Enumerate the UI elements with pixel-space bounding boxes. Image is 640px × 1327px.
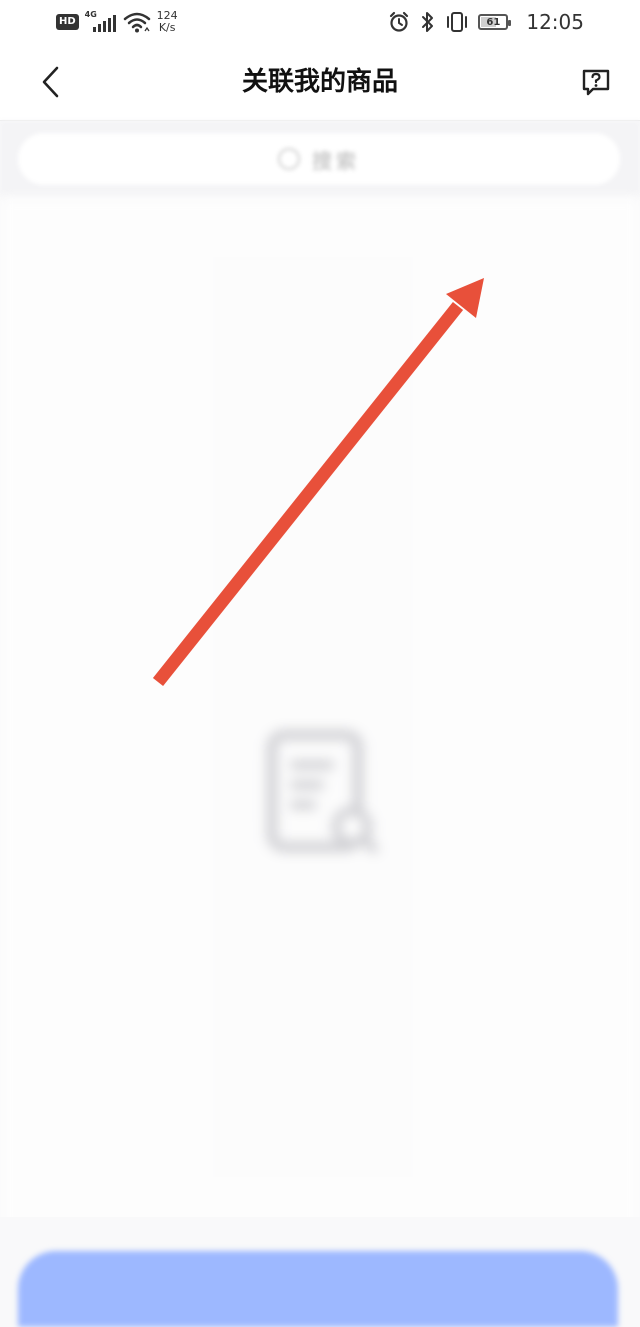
confirm-button[interactable]	[18, 1251, 618, 1327]
alarm-icon	[390, 11, 409, 32]
battery-icon: 61	[478, 14, 512, 30]
wifi-icon	[123, 12, 150, 33]
bottom-bar	[0, 1217, 640, 1327]
search-bar: 搜索	[0, 121, 640, 197]
speed-unit: K/s	[158, 21, 176, 34]
empty-state	[230, 727, 410, 917]
status-right: 61 12:05	[388, 6, 584, 38]
empty-document-icon	[267, 730, 379, 854]
battery-level: 61	[486, 16, 501, 28]
search-placeholder: 搜索	[312, 148, 360, 173]
search-input[interactable]: 搜索	[18, 133, 620, 185]
list-placeholder	[220, 257, 410, 1177]
vibrate-icon	[447, 12, 468, 32]
network-speed: 124 K/s	[157, 10, 178, 34]
product-list	[0, 197, 640, 1237]
nav-bar: 关联我的商品	[0, 44, 640, 121]
status-bar: HD 4G 124 K/s 61 12:05	[0, 0, 640, 44]
signal-icon: 4G	[85, 10, 117, 34]
clock: 12:05	[526, 10, 584, 34]
help-icon	[582, 69, 610, 96]
status-left: HD 4G 124 K/s	[56, 6, 178, 38]
signal-bars	[92, 15, 116, 32]
help-button[interactable]	[578, 64, 614, 100]
page-title: 关联我的商品	[241, 67, 398, 97]
search-icon	[278, 148, 300, 170]
bluetooth-icon	[422, 12, 434, 32]
content-area: 搜索	[0, 121, 640, 1327]
hd-badge: HD	[56, 14, 79, 30]
